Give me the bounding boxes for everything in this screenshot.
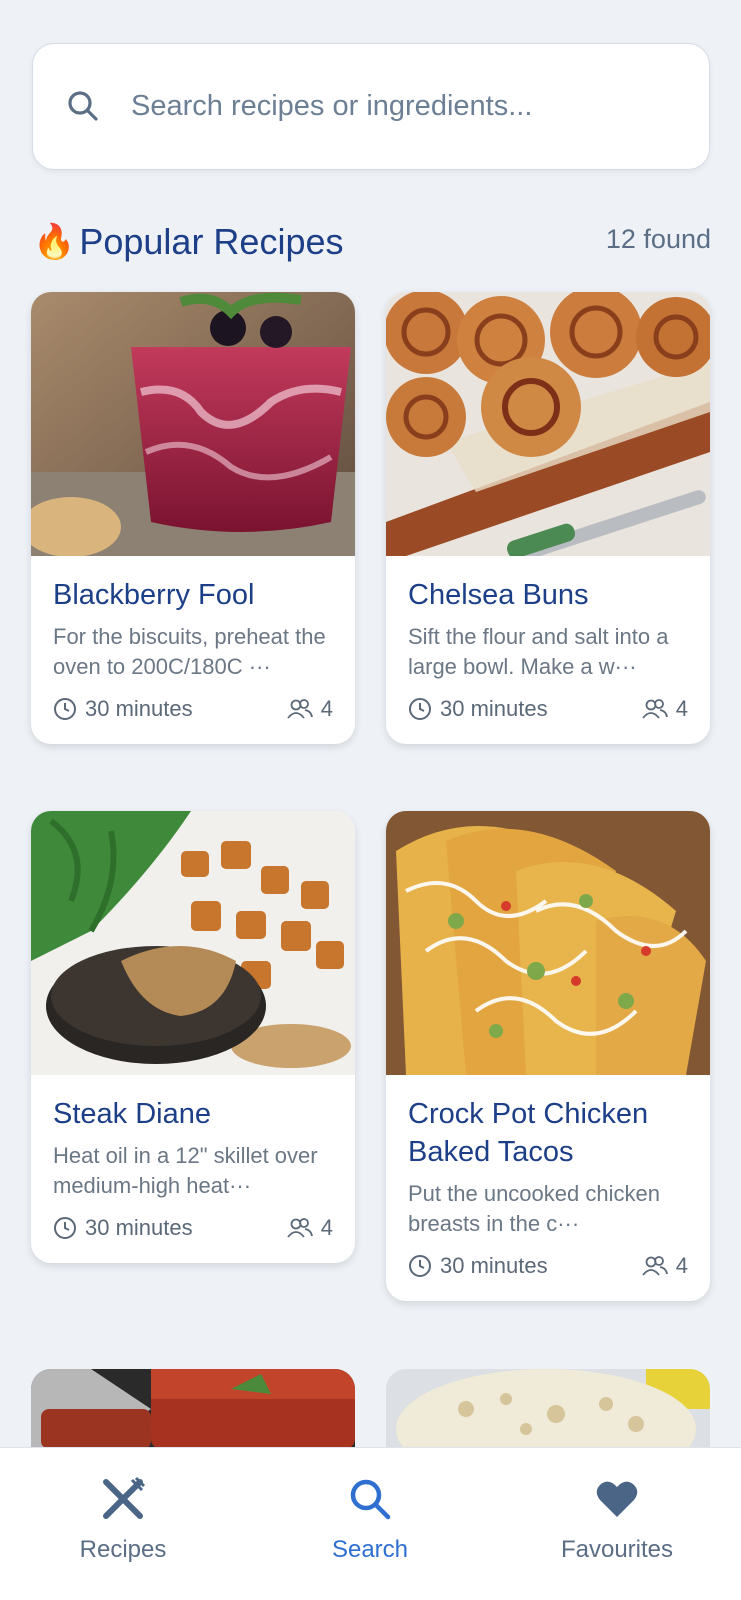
section-header: 🔥 Popular Recipes xyxy=(33,219,344,265)
clock-icon xyxy=(54,698,76,720)
search-bar[interactable] xyxy=(32,43,710,170)
results-count: 12 found xyxy=(605,224,711,254)
time-label: 30 minutes xyxy=(440,696,548,721)
clock-icon xyxy=(409,698,431,720)
recipe-time: 30 minutes xyxy=(53,696,193,722)
recipe-servings: 4 xyxy=(287,696,333,722)
bottom-navigation: Recipes Search Favourites xyxy=(0,1447,741,1600)
fork-knife-icon xyxy=(103,1476,146,1519)
servings-label: 4 xyxy=(675,696,688,721)
servings-label: 4 xyxy=(320,1215,333,1240)
recipe-photo xyxy=(31,1369,355,1449)
recipe-card[interactable]: Steak Diane Heat oil in a 12" skillet ov… xyxy=(31,811,355,1263)
recipe-photo xyxy=(386,811,710,1075)
recipe-card[interactable]: Blackberry Fool For the biscuits, prehea… xyxy=(31,292,355,744)
recipe-description: For the biscuits, preheat the oven to 20… xyxy=(53,624,326,679)
recipe-photo xyxy=(31,292,355,556)
clock-icon xyxy=(409,1255,431,1277)
nav-label: Search xyxy=(331,1536,409,1563)
heart-icon xyxy=(596,1481,638,1517)
recipe-time: 30 minutes xyxy=(408,696,548,722)
recipe-title: Blackberry Fool xyxy=(53,579,255,611)
search-icon xyxy=(68,91,98,121)
nav-label: Favourites xyxy=(560,1536,674,1563)
time-label: 30 minutes xyxy=(440,1253,548,1278)
nav-item-recipes[interactable]: Recipes xyxy=(43,1476,203,1564)
recipe-servings: 4 xyxy=(642,1253,688,1279)
people-icon xyxy=(287,1218,313,1238)
recipe-time: 30 minutes xyxy=(408,1253,548,1279)
recipe-photo xyxy=(386,1369,710,1449)
clock-icon xyxy=(54,1217,76,1239)
servings-label: 4 xyxy=(320,696,333,721)
servings-label: 4 xyxy=(675,1253,688,1278)
recipe-card-partial[interactable] xyxy=(31,1369,355,1449)
nav-item-search[interactable]: Search xyxy=(290,1476,450,1564)
nav-label: Recipes xyxy=(79,1536,167,1563)
search-icon xyxy=(350,1479,391,1520)
recipe-time: 30 minutes xyxy=(53,1215,193,1241)
recipe-title: Crock Pot Chicken Baked Tacos xyxy=(408,1098,649,1168)
time-label: 30 minutes xyxy=(85,696,193,721)
people-icon xyxy=(642,699,668,719)
people-icon xyxy=(287,699,313,719)
recipe-photo xyxy=(386,292,710,556)
recipe-description: Sift the flour and salt into a large bow… xyxy=(408,624,669,679)
section-title: Popular Recipes xyxy=(79,221,344,262)
people-icon xyxy=(642,1256,668,1276)
recipe-card[interactable]: Crock Pot Chicken Baked Tacos Put the un… xyxy=(386,811,710,1301)
recipe-card-partial[interactable] xyxy=(386,1369,710,1449)
recipe-photo xyxy=(31,811,355,1075)
recipe-description: Put the uncooked chicken breasts in the … xyxy=(408,1181,660,1236)
recipe-description: Heat oil in a 12" skillet over medium-hi… xyxy=(53,1143,318,1198)
recipe-title: Chelsea Buns xyxy=(408,579,589,611)
nav-item-favourites[interactable]: Favourites xyxy=(537,1476,697,1564)
time-label: 30 minutes xyxy=(85,1215,193,1240)
recipe-servings: 4 xyxy=(287,1215,333,1241)
recipe-card[interactable]: Chelsea Buns Sift the flour and salt int… xyxy=(386,292,710,744)
fire-icon: 🔥 xyxy=(33,223,76,261)
search-input[interactable] xyxy=(129,74,673,138)
recipe-title: Steak Diane xyxy=(53,1098,211,1130)
recipe-servings: 4 xyxy=(642,696,688,722)
